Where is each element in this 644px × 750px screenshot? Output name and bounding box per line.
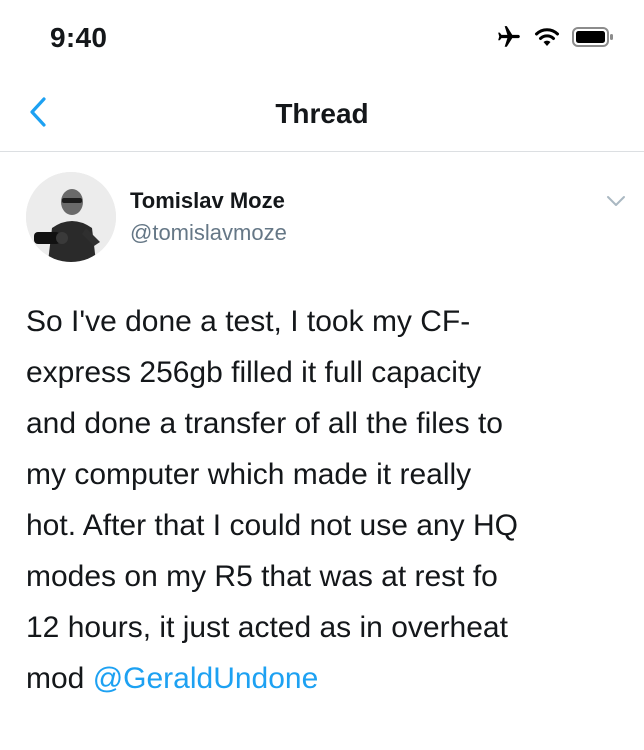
page-title: Thread	[275, 98, 369, 129]
avatar[interactable]	[26, 172, 116, 262]
author-handle[interactable]: @tomislavmoze	[130, 220, 287, 246]
tweet-line: and done a transfer of all the files to	[26, 407, 503, 440]
tweet-line: So I've done a test, I took my CF-	[26, 305, 471, 338]
chevron-down-icon	[604, 193, 628, 214]
battery-icon	[572, 26, 614, 48]
mention-link[interactable]: @GeraldUndone	[93, 662, 319, 695]
tweet-line: my computer which made it really	[26, 458, 472, 491]
status-time: 9:40	[50, 22, 108, 53]
nav-bar: Thread	[0, 80, 644, 152]
wifi-icon	[534, 26, 560, 48]
tweet-line-text: mod	[26, 662, 93, 695]
status-bar: 9:40	[0, 0, 644, 80]
author-name[interactable]: Tomislav Moze	[130, 188, 285, 214]
tweet-menu-button[interactable]	[602, 192, 630, 214]
tweet-line: modes on my R5 that was at rest fo	[26, 560, 498, 593]
tweet-text: So I've done a test, I took my CF- expre…	[26, 296, 626, 704]
tweet-author: Tomislav Moze @tomislavmoze	[26, 172, 626, 264]
status-icons	[496, 24, 614, 50]
thread-screen: 9:40 Thread Tomislav Moze @tomislavmoze …	[0, 0, 644, 750]
tweet-line: hot. After that I could not use any HQ	[26, 509, 518, 542]
tweet-line: 12 hours, it just acted as in overheat	[26, 611, 508, 644]
tweet-line-last: mod @GeraldUndone	[26, 653, 626, 704]
tweet-line: express 256gb filled it full capacity	[26, 356, 482, 389]
airplane-icon	[496, 24, 522, 50]
